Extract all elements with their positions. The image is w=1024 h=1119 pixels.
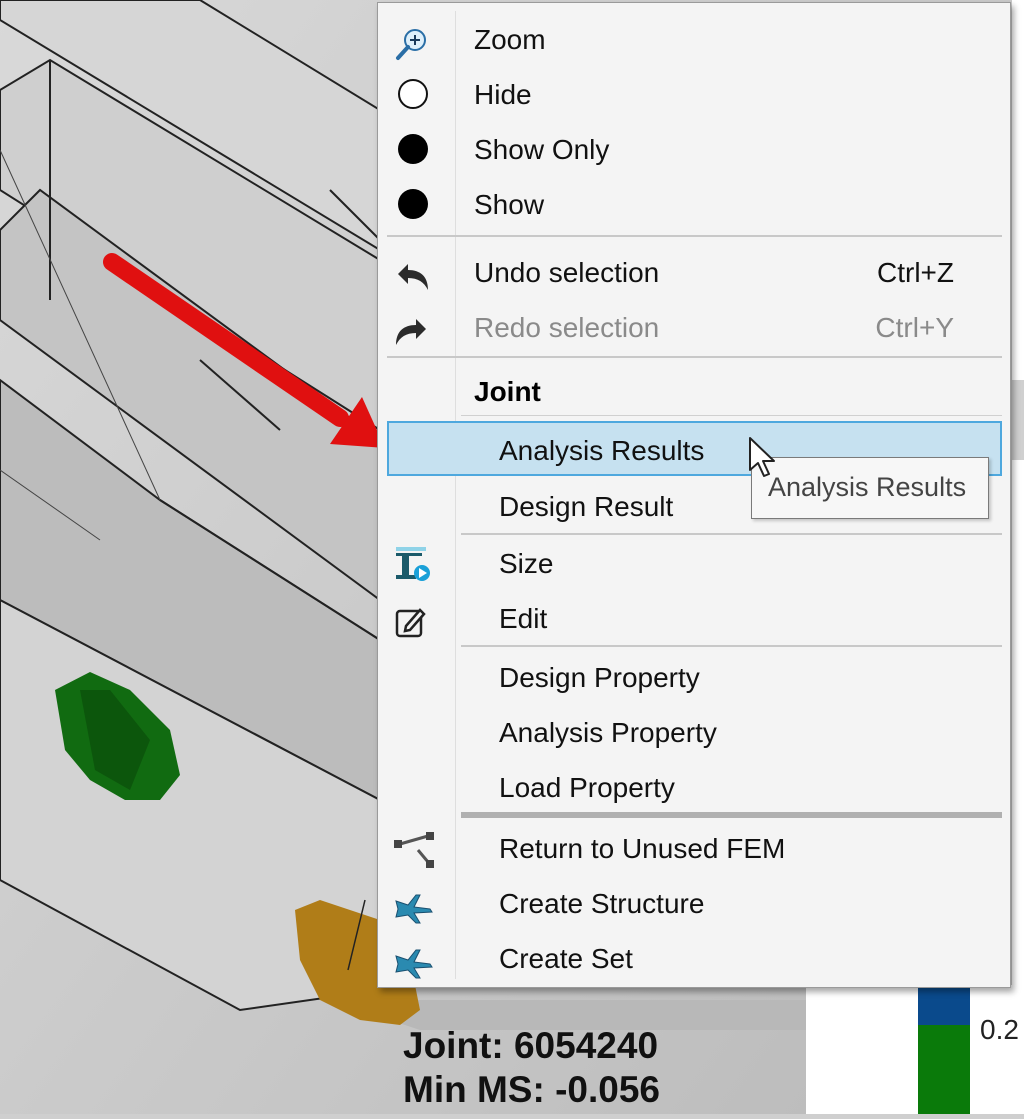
menu-item-label: Load Property [499, 772, 675, 803]
menu-item-label: Hide [474, 79, 532, 110]
menu-section-header: Joint [474, 376, 541, 407]
menu-item-label: Show [474, 189, 545, 220]
menu-item-label: Design Result [499, 491, 674, 522]
menu-item-design-property[interactable]: Design Property [378, 650, 1010, 705]
menu-item-edit[interactable]: Edit [378, 591, 1010, 646]
create-structure-icon [394, 888, 433, 924]
menu-item-load-property[interactable]: Load Property [378, 760, 1010, 815]
menu-item-label: Create Structure [499, 888, 705, 919]
joint-id-label: Joint: 6054240 [403, 1025, 659, 1066]
menu-separator [461, 415, 1002, 416]
menu-item-label: Analysis Results [499, 435, 705, 466]
menu-item-return-unused-fem[interactable]: Return to Unused FEM [378, 821, 1010, 876]
menu-item-label: Analysis Property [499, 717, 717, 748]
edit-icon [394, 603, 428, 638]
menu-separator [387, 356, 1002, 358]
tooltip: Analysis Results [751, 457, 989, 519]
menu-item-show[interactable]: Show [378, 177, 1010, 232]
menu-item-redo-selection[interactable]: Redo selection Ctrl+Y [378, 300, 1010, 355]
menu-separator [387, 235, 1002, 237]
menu-separator [461, 812, 1002, 818]
menu-item-label: Redo selection [474, 312, 660, 343]
zoom-icon [394, 24, 428, 60]
menu-item-label: Size [499, 548, 554, 579]
menu-item-undo-selection[interactable]: Undo selection Ctrl+Z [378, 245, 1010, 300]
legend-color-bar [918, 985, 970, 1114]
mouse-cursor-icon [748, 436, 778, 487]
menu-item-label: Design Property [499, 662, 700, 693]
show-only-icon [398, 134, 428, 164]
unused-fem-icon [394, 832, 434, 868]
menu-item-zoom[interactable]: Zoom [378, 12, 1010, 67]
menu-item-show-only[interactable]: Show Only [378, 122, 1010, 177]
redo-icon [394, 312, 428, 346]
size-icon [394, 547, 430, 582]
menu-item-create-structure[interactable]: Create Structure [378, 876, 1010, 931]
create-set-icon [394, 943, 433, 979]
menu-item-label: Show Only [474, 134, 610, 165]
menu-item-hide[interactable]: Hide [378, 67, 1010, 122]
shortcut-label: Ctrl+Z [877, 257, 954, 288]
shortcut-label: Ctrl+Y [875, 312, 954, 343]
menu-separator [461, 533, 1002, 535]
menu-item-analysis-property[interactable]: Analysis Property [378, 705, 1010, 760]
legend-panel [806, 985, 1024, 1114]
menu-item-label: Zoom [474, 24, 546, 55]
hide-icon [398, 79, 428, 109]
min-ms-label: Min MS: -0.056 [403, 1069, 660, 1110]
undo-icon [394, 257, 428, 291]
menu-item-label: Create Set [499, 943, 633, 974]
joint-info: Joint: 6054240 Min MS: -0.056 [403, 1024, 660, 1112]
show-icon [398, 189, 428, 219]
menu-item-label: Return to Unused FEM [499, 833, 786, 864]
legend-value: 0.2 [980, 1014, 1019, 1045]
menu-item-label: Undo selection [474, 257, 660, 288]
menu-item-create-set[interactable]: Create Set [378, 931, 1010, 986]
menu-item-label: Edit [499, 603, 548, 634]
menu-separator [461, 645, 1002, 647]
menu-item-size[interactable]: Size [378, 536, 1010, 591]
